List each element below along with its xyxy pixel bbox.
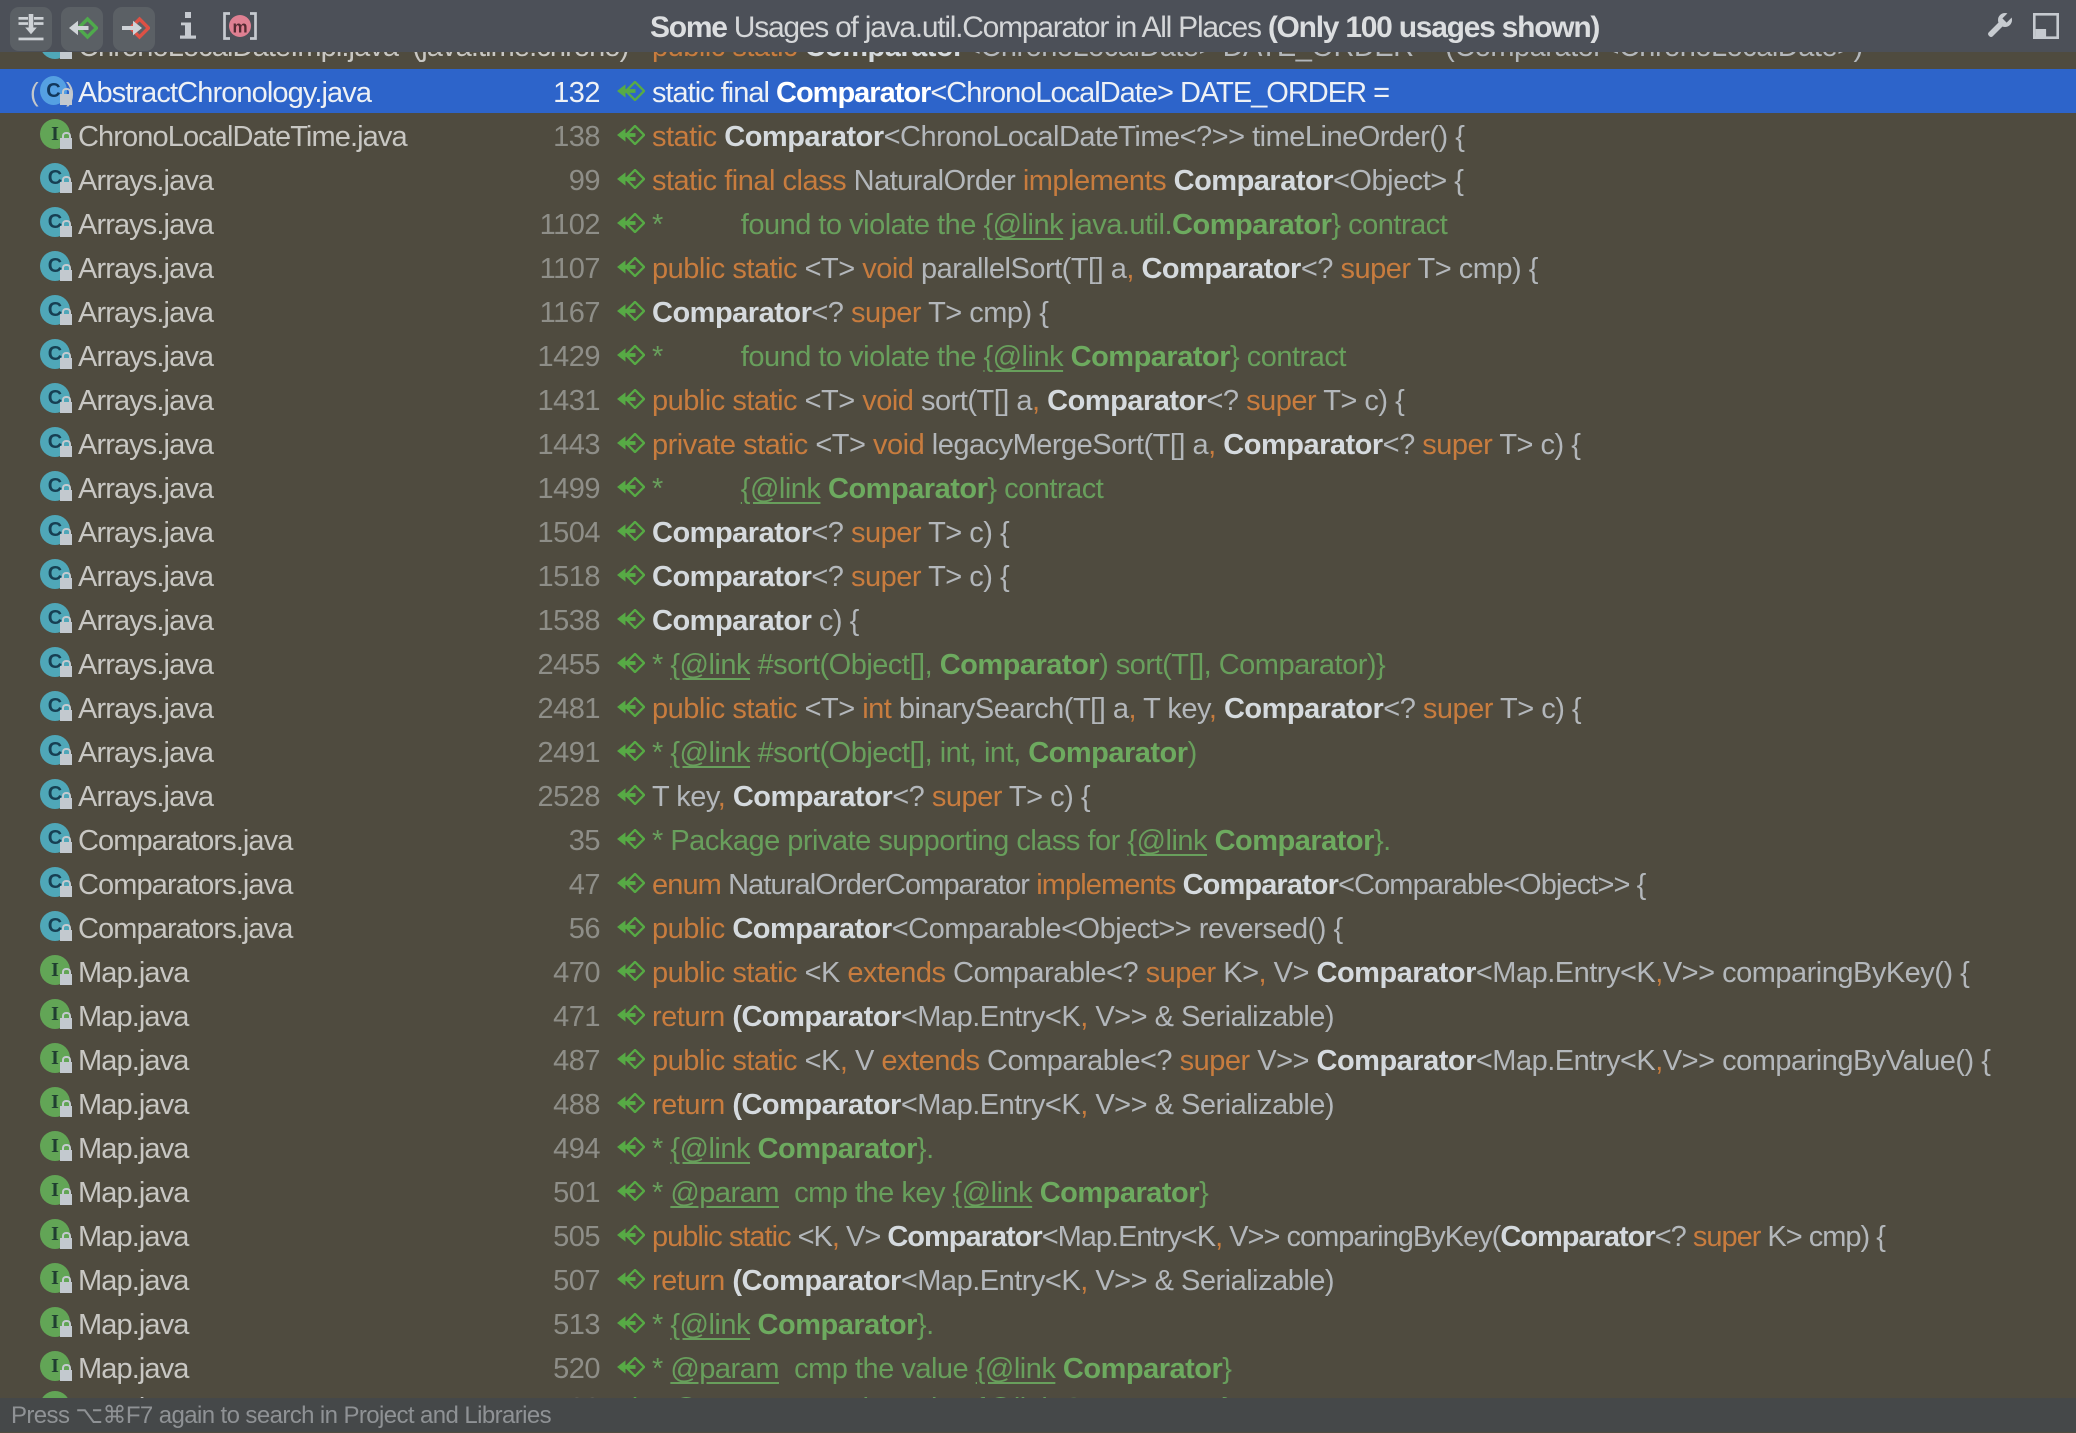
svg-text:m: m bbox=[232, 18, 247, 37]
